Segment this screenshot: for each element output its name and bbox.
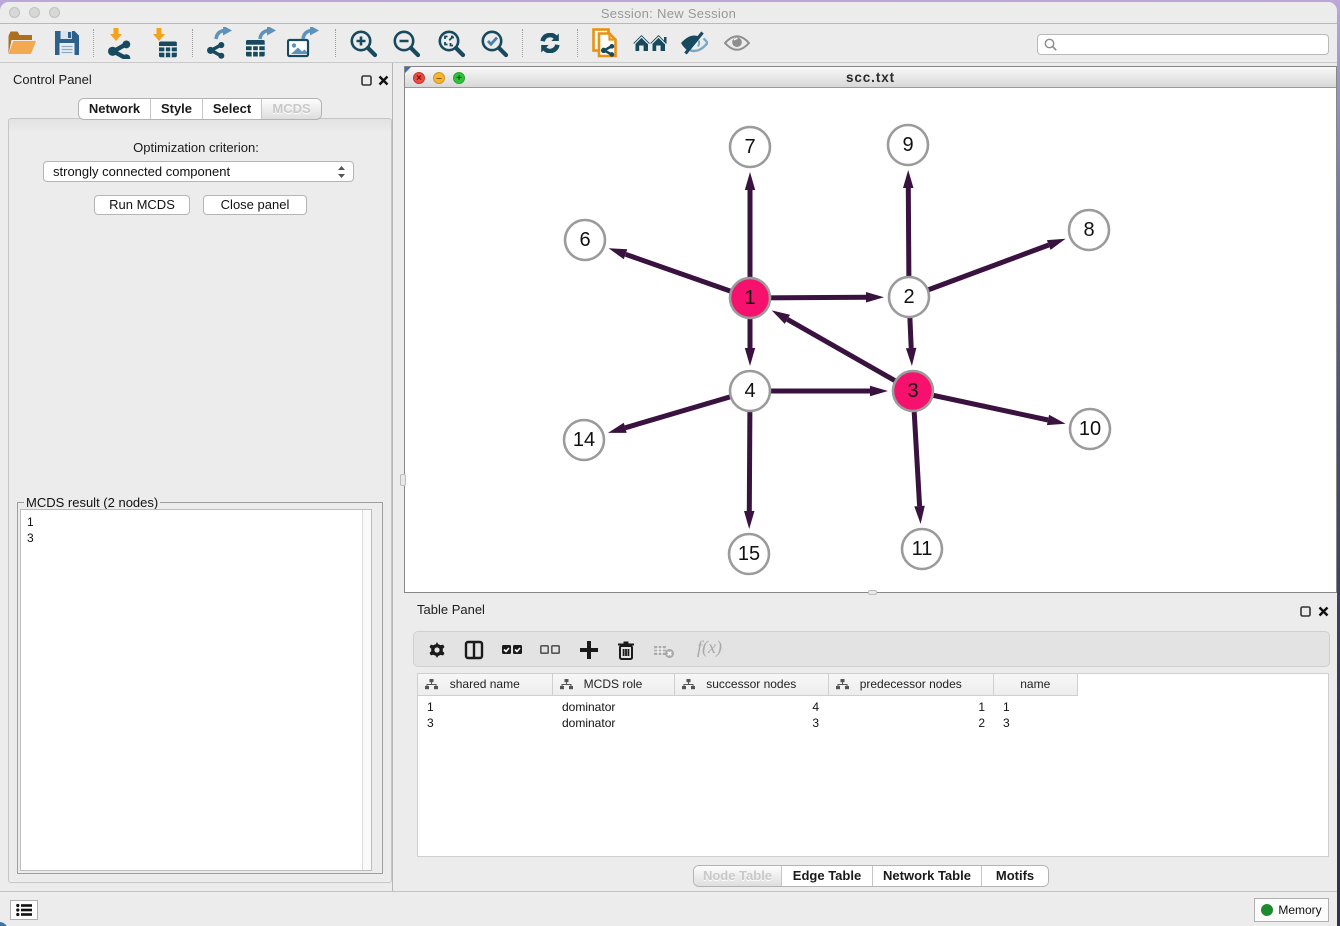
svg-text:1: 1 [744,287,755,309]
svg-text:14: 14 [573,429,595,451]
svg-text:7: 7 [744,136,755,158]
svg-text:8: 8 [1083,219,1094,241]
svg-text:11: 11 [912,538,933,560]
svg-text:3: 3 [907,380,918,402]
svg-text:2: 2 [903,286,914,308]
svg-text:15: 15 [738,543,760,565]
svg-text:6: 6 [579,229,590,251]
svg-text:4: 4 [744,380,755,402]
svg-text:10: 10 [1079,418,1101,440]
svg-text:9: 9 [902,134,913,156]
